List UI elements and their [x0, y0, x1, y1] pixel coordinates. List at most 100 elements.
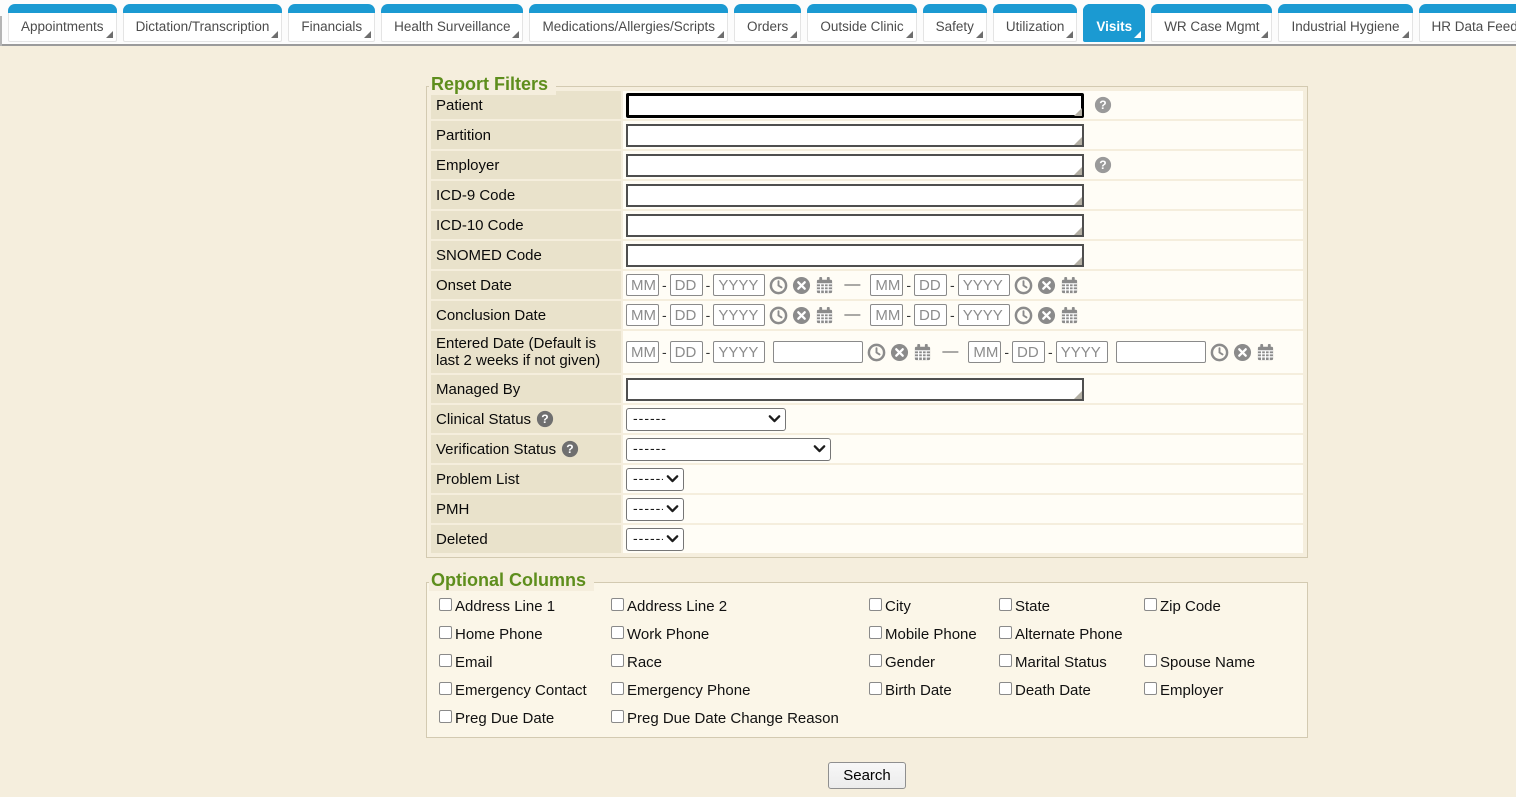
- conclusion-date-from-year-input[interactable]: [713, 304, 765, 326]
- clear-icon[interactable]: [890, 343, 909, 362]
- icd-9-code-field-wrap: [626, 184, 1084, 207]
- clear-icon[interactable]: [792, 276, 811, 295]
- help-icon[interactable]: ?: [1094, 96, 1112, 114]
- calendar-icon[interactable]: [815, 276, 834, 295]
- calendar-icon[interactable]: [815, 306, 834, 325]
- onset-date-from-month-input[interactable]: [626, 274, 659, 296]
- clock-icon[interactable]: [769, 306, 788, 325]
- checkbox-city[interactable]: [869, 598, 882, 611]
- onset-date-from-year-input[interactable]: [713, 274, 765, 296]
- help-icon[interactable]: ?: [561, 440, 579, 458]
- checkbox-preg-due-date-change-reason[interactable]: [611, 710, 624, 723]
- snomed-code-input[interactable]: [626, 244, 1084, 267]
- tab-visits[interactable]: Visits: [1083, 4, 1145, 42]
- verification-status-select[interactable]: ------: [626, 438, 831, 461]
- checkbox-work-phone[interactable]: [611, 626, 624, 639]
- onset-date-to-year-input[interactable]: [958, 274, 1010, 296]
- entered-date-default-is-last-2-weeks-if-not-given-from-day-input[interactable]: [670, 341, 703, 363]
- conclusion-date-to-year-input[interactable]: [958, 304, 1010, 326]
- checkbox-birth-date[interactable]: [869, 682, 882, 695]
- search-button[interactable]: Search: [828, 762, 906, 789]
- checkbox-home-phone[interactable]: [439, 626, 452, 639]
- clock-icon[interactable]: [1014, 276, 1033, 295]
- problem-list-select[interactable]: ------: [626, 468, 684, 491]
- address-line-1-checkbox-label: Address Line 1: [455, 598, 555, 615]
- checkbox-death-date[interactable]: [999, 682, 1012, 695]
- checkbox-alternate-phone[interactable]: [999, 626, 1012, 639]
- onset-date-to-month-input[interactable]: [870, 274, 903, 296]
- tab-financials[interactable]: Financials: [288, 4, 375, 42]
- onset-date-from-day-input[interactable]: [670, 274, 703, 296]
- tab-health-surveillance[interactable]: Health Surveillance: [381, 4, 523, 42]
- managed-by-input[interactable]: [626, 378, 1084, 401]
- resize-grip-icon[interactable]: [1074, 227, 1082, 235]
- calendar-icon[interactable]: [1256, 343, 1275, 362]
- tab-outside-clinic[interactable]: Outside Clinic: [807, 4, 916, 42]
- partition-input[interactable]: [626, 124, 1084, 147]
- clock-icon[interactable]: [867, 343, 886, 362]
- calendar-icon[interactable]: [1060, 276, 1079, 295]
- resize-grip-icon[interactable]: [1074, 108, 1082, 116]
- conclusion-date-from-month-input[interactable]: [626, 304, 659, 326]
- tab-dictation-transcription[interactable]: Dictation/Transcription: [123, 4, 283, 42]
- tab-appointments[interactable]: Appointments: [8, 4, 117, 42]
- calendar-icon[interactable]: [1060, 306, 1079, 325]
- help-icon[interactable]: ?: [1094, 156, 1112, 174]
- tab-orders[interactable]: Orders: [734, 4, 801, 42]
- checkbox-preg-due-date[interactable]: [439, 710, 452, 723]
- filter-field-conclusion-date: --—--: [623, 301, 1303, 329]
- clear-icon[interactable]: [1233, 343, 1252, 362]
- tab-wr-case-mgmt[interactable]: WR Case Mgmt: [1151, 4, 1272, 42]
- entered-date-default-is-last-2-weeks-if-not-given-from-time-input[interactable]: [773, 341, 863, 363]
- employer-input[interactable]: [626, 154, 1084, 177]
- tab-safety[interactable]: Safety: [923, 4, 987, 42]
- clinical-status-select[interactable]: ------: [626, 408, 786, 431]
- clock-icon[interactable]: [769, 276, 788, 295]
- conclusion-date-to-month-input[interactable]: [870, 304, 903, 326]
- resize-grip-icon[interactable]: [1074, 197, 1082, 205]
- checkbox-gender[interactable]: [869, 654, 882, 667]
- calendar-icon[interactable]: [913, 343, 932, 362]
- patient-input[interactable]: [626, 93, 1084, 118]
- tab-medications-allergies-scripts[interactable]: Medications/Allergies/Scripts: [529, 4, 728, 42]
- checkbox-marital-status[interactable]: [999, 654, 1012, 667]
- checkbox-state[interactable]: [999, 598, 1012, 611]
- checkbox-address-line-1[interactable]: [439, 598, 452, 611]
- clock-icon[interactable]: [1210, 343, 1229, 362]
- checkbox-zip-code[interactable]: [1144, 598, 1157, 611]
- pmh-select[interactable]: ------: [626, 498, 684, 521]
- tab-hr-data-feed[interactable]: HR Data Feed: [1419, 4, 1516, 42]
- checkbox-employer[interactable]: [1144, 682, 1157, 695]
- checkbox-emergency-phone[interactable]: [611, 682, 624, 695]
- entered-date-default-is-last-2-weeks-if-not-given-to-year-input[interactable]: [1056, 341, 1108, 363]
- checkbox-spouse-name[interactable]: [1144, 654, 1157, 667]
- checkbox-mobile-phone[interactable]: [869, 626, 882, 639]
- clear-icon[interactable]: [792, 306, 811, 325]
- tab-industrial-hygiene[interactable]: Industrial Hygiene: [1278, 4, 1412, 42]
- clear-icon[interactable]: [1037, 276, 1056, 295]
- clock-icon[interactable]: [1014, 306, 1033, 325]
- conclusion-date-to-group: --: [870, 304, 1078, 326]
- entered-date-default-is-last-2-weeks-if-not-given-to-day-input[interactable]: [1012, 341, 1045, 363]
- conclusion-date-from-day-input[interactable]: [670, 304, 703, 326]
- onset-date-to-day-input[interactable]: [914, 274, 947, 296]
- icd-10-code-input[interactable]: [626, 214, 1084, 237]
- checkbox-address-line-2[interactable]: [611, 598, 624, 611]
- checkbox-emergency-contact[interactable]: [439, 682, 452, 695]
- resize-grip-icon[interactable]: [1074, 167, 1082, 175]
- checkbox-race[interactable]: [611, 654, 624, 667]
- resize-grip-icon[interactable]: [1074, 137, 1082, 145]
- entered-date-default-is-last-2-weeks-if-not-given-to-time-input[interactable]: [1116, 341, 1206, 363]
- entered-date-default-is-last-2-weeks-if-not-given-to-month-input[interactable]: [968, 341, 1001, 363]
- tab-utilization[interactable]: Utilization: [993, 4, 1078, 42]
- conclusion-date-to-day-input[interactable]: [914, 304, 947, 326]
- deleted-select[interactable]: ------: [626, 528, 684, 551]
- entered-date-default-is-last-2-weeks-if-not-given-from-month-input[interactable]: [626, 341, 659, 363]
- help-icon[interactable]: ?: [536, 410, 554, 428]
- resize-grip-icon[interactable]: [1074, 257, 1082, 265]
- entered-date-default-is-last-2-weeks-if-not-given-from-year-input[interactable]: [713, 341, 765, 363]
- resize-grip-icon[interactable]: [1074, 391, 1082, 399]
- checkbox-email[interactable]: [439, 654, 452, 667]
- icd-9-code-input[interactable]: [626, 184, 1084, 207]
- clear-icon[interactable]: [1037, 306, 1056, 325]
